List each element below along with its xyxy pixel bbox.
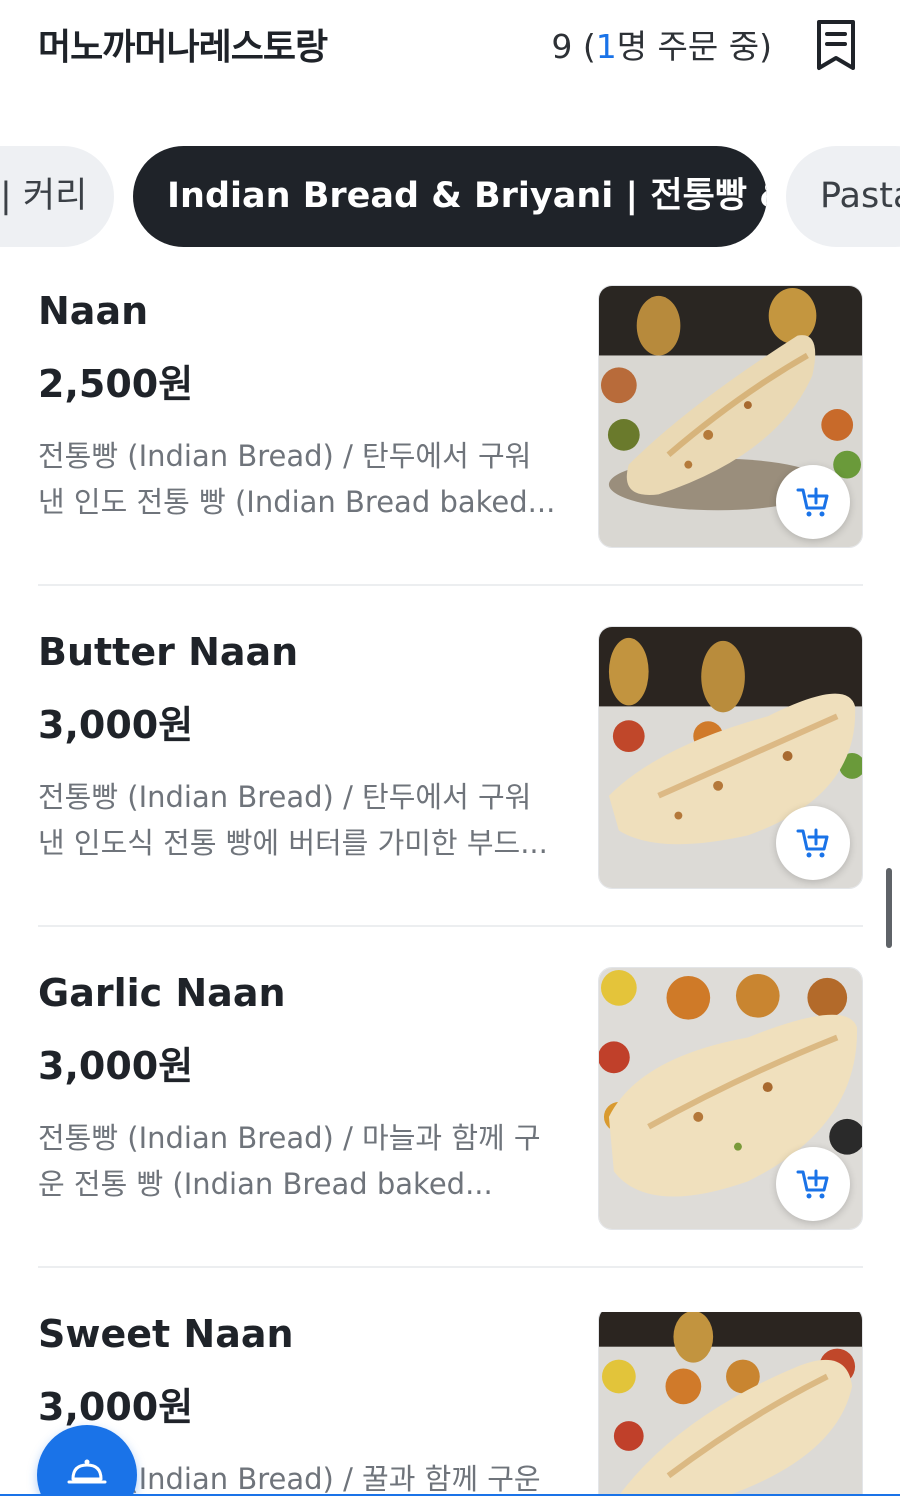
tab-pasta[interactable]: Pasta <box>786 146 900 247</box>
menu-item-naan[interactable]: Naan 2,500원 전통빵 (Indian Bread) / 탄두에서 구워… <box>0 285 900 630</box>
tab-curry-label: | 커리 <box>0 176 88 216</box>
menu-item-garlic-naan[interactable]: Garlic Naan 3,000원 전통빵 (Indian Bread) / … <box>0 967 900 1312</box>
item-name: Naan <box>38 289 149 333</box>
item-description-line: 낸 인도식 전통 빵에 버터를 가미한 부드... <box>38 826 548 860</box>
order-status[interactable]: 9 (1명 주문 중) <box>551 20 772 68</box>
item-description-line: 낸 인도 전통 빵 (Indian Bread baked... <box>38 485 556 519</box>
item-price: 3,000원 <box>38 703 194 747</box>
divider <box>38 584 863 586</box>
item-description: 전통빵 (Indian Bread) / 탄두에서 구워 낸 인도식 전통 빵에… <box>38 774 568 866</box>
item-description: 전통빵 (Indian Bread) / 마늘과 함께 구 운 전통 빵 (In… <box>38 1115 568 1207</box>
receipt-icon[interactable] <box>812 18 860 72</box>
add-to-cart-button[interactable] <box>776 465 850 539</box>
item-description-line: 전통빵 (Indian Bread) / 마늘과 함께 구 <box>38 1121 541 1155</box>
add-to-cart-icon <box>796 828 829 858</box>
tab-pasta-label: Pasta <box>820 176 900 216</box>
divider <box>38 925 863 927</box>
category-tabs: | 커리 Indian Bread & Briyani | 전통빵 & 밥 Pa… <box>0 146 900 248</box>
service-bell-icon <box>67 1459 107 1484</box>
divider <box>38 1266 863 1268</box>
item-name: Butter Naan <box>38 630 299 674</box>
order-count: 9 <box>551 27 573 66</box>
add-to-cart-button[interactable] <box>776 1147 850 1221</box>
item-name: Garlic Naan <box>38 971 286 1015</box>
add-to-cart-icon <box>796 1169 829 1199</box>
add-to-cart-icon <box>796 487 829 517</box>
item-price: 3,000원 <box>38 1385 194 1429</box>
item-description-line: 운 전통 빵 (Indian Bread baked... <box>38 1167 493 1201</box>
sweet-naan-photo[interactable] <box>598 1312 863 1496</box>
item-description-line: 전통빵 (Indian Bread) / 탄두에서 구워 <box>38 780 532 814</box>
item-description-line: 전통빵 (Indian Bread) / 탄두에서 구워 <box>38 439 532 473</box>
tab-indian-bread-briyani[interactable]: Indian Bread & Briyani | 전통빵 & 밥 <box>133 146 767 247</box>
menu-item-butter-naan[interactable]: Butter Naan 3,000원 전통빵 (Indian Bread) / … <box>0 626 900 971</box>
tab-curry[interactable]: | 커리 <box>0 146 114 247</box>
tab-indian-bread-label: Indian Bread & Briyani | 전통빵 & 밥 <box>167 176 767 216</box>
ordering-people-count: 1 <box>595 27 617 66</box>
add-to-cart-button[interactable] <box>776 806 850 880</box>
item-description: 전통빵 (Indian Bread) / 탄두에서 구워 낸 인도 전통 빵 (… <box>38 433 568 525</box>
store-name: 머노까머나레스토랑 <box>38 27 328 68</box>
order-open: ( <box>572 27 596 66</box>
item-price: 2,500원 <box>38 362 194 406</box>
item-name: Sweet Naan <box>38 1312 294 1356</box>
item-price: 3,000원 <box>38 1044 194 1088</box>
order-rest: 명 주문 중) <box>616 27 772 66</box>
header: 머노까머나레스토랑 9 (1명 주문 중) <box>0 0 900 100</box>
scrollbar[interactable] <box>886 868 892 948</box>
